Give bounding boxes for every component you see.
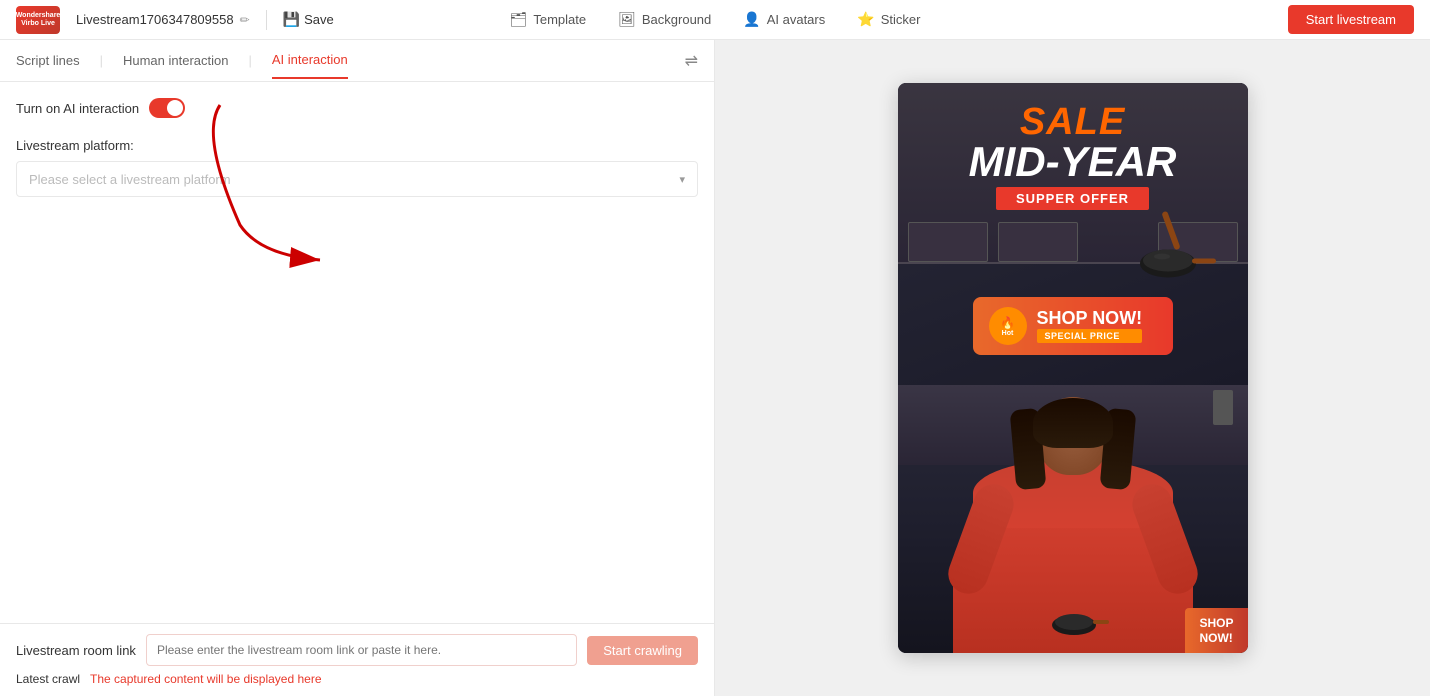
save-label: Save — [304, 12, 334, 27]
room-link-label: Livestream room link — [16, 643, 136, 658]
save-button[interactable]: 💾 Save — [283, 11, 334, 28]
edit-icon[interactable]: ✏ — [240, 13, 250, 27]
nav-sticker-label: Sticker — [881, 12, 921, 27]
ai-avatar-icon: 👤 — [743, 11, 760, 28]
latest-crawl-row: Latest crawl The captured content will b… — [16, 672, 698, 686]
background-icon: 🖼 — [618, 11, 636, 28]
nav-ai-avatars[interactable]: 👤 AI avatars — [743, 11, 825, 28]
latest-crawl-label: Latest crawl — [16, 672, 80, 686]
content-area: Turn on AI interaction Livestream platfo… — [0, 82, 714, 623]
mid-year-word: MID-YEAR — [898, 141, 1248, 183]
ai-toggle-switch[interactable] — [149, 98, 185, 118]
sticker-icon: ⭐ — [857, 11, 874, 28]
main-layout: Script lines | Human interaction | AI in… — [0, 40, 1430, 696]
hot-label: Hot — [1002, 330, 1014, 337]
sale-banner: SALE MID-YEAR SUPPER OFFER — [898, 83, 1248, 385]
logo-area: WondershareVirbo Live — [16, 6, 60, 34]
ai-toggle-row: Turn on AI interaction — [16, 98, 698, 118]
preview-card: SALE MID-YEAR SUPPER OFFER — [898, 83, 1248, 653]
start-livestream-button[interactable]: Start livestream — [1288, 5, 1414, 34]
supper-offer-badge: SUPPER OFFER — [996, 187, 1149, 210]
room-link-row: Livestream room link Start crawling — [16, 634, 698, 666]
frying-pan-image — [1138, 206, 1218, 301]
tab-human-interaction[interactable]: Human interaction — [123, 43, 229, 78]
tab-separator-1: | — [100, 53, 103, 68]
project-title-area: Livestream1706347809558 ✏ — [76, 12, 250, 27]
app-logo: WondershareVirbo Live — [16, 6, 60, 34]
person-section: SHOPNOW! — [898, 385, 1248, 653]
sale-word: SALE — [898, 103, 1248, 141]
hot-circle: 🔥 Hot — [989, 307, 1027, 345]
nav-template-label: Template — [533, 12, 586, 27]
crawl-content-placeholder: The captured content will be displayed h… — [90, 672, 321, 686]
shop-now-big-text: SHOP NOW! — [1037, 309, 1143, 327]
platform-select[interactable]: Please select a livestream platform ▾ — [16, 161, 698, 197]
bottom-bar: Livestream room link Start crawling Late… — [0, 623, 714, 696]
nav-sticker[interactable]: ⭐ Sticker — [857, 11, 920, 28]
tab-script-lines[interactable]: Script lines — [16, 43, 80, 78]
template-icon: 🗂 — [510, 11, 528, 28]
platform-placeholder: Please select a livestream platform — [29, 172, 231, 187]
special-price-badge: SPECIAL PRICE — [1037, 329, 1143, 343]
shop-now-bottom-text: SHOPNOW! — [1199, 616, 1233, 645]
left-panel: Script lines | Human interaction | AI in… — [0, 40, 715, 696]
platform-label: Livestream platform: — [16, 138, 698, 153]
shop-now-bottom-badge: SHOPNOW! — [1185, 608, 1247, 653]
chevron-down-icon: ▾ — [679, 173, 685, 186]
project-title: Livestream1706347809558 — [76, 12, 234, 27]
shop-now-text: SHOP NOW! SPECIAL PRICE — [1037, 309, 1143, 343]
room-link-input[interactable] — [146, 634, 577, 666]
ai-toggle-label: Turn on AI interaction — [16, 101, 139, 116]
nav-background-label: Background — [642, 12, 711, 27]
equalizer-icon[interactable]: ⇌ — [685, 51, 698, 71]
tab-separator-2: | — [248, 53, 251, 68]
sale-text-area: SALE MID-YEAR SUPPER OFFER — [898, 103, 1248, 210]
save-icon: 💾 — [283, 11, 300, 28]
tab-ai-interaction[interactable]: AI interaction — [272, 42, 348, 79]
nav-background[interactable]: 🖼 Background — [618, 11, 711, 28]
right-panel: SALE MID-YEAR SUPPER OFFER — [715, 40, 1430, 696]
header: WondershareVirbo Live Livestream17063478… — [0, 0, 1430, 40]
start-crawling-button[interactable]: Start crawling — [587, 636, 698, 665]
shop-now-badge: 🔥 Hot SHOP NOW! SPECIAL PRICE — [973, 297, 1173, 355]
platform-section: Livestream platform: Please select a liv… — [16, 138, 698, 197]
nav-avatars-label: AI avatars — [767, 12, 826, 27]
header-divider — [266, 10, 267, 30]
tabs-bar: Script lines | Human interaction | AI in… — [0, 40, 714, 82]
top-nav: 🗂 Template 🖼 Background 👤 AI avatars ⭐ S… — [510, 11, 921, 28]
nav-template[interactable]: 🗂 Template — [510, 11, 587, 28]
